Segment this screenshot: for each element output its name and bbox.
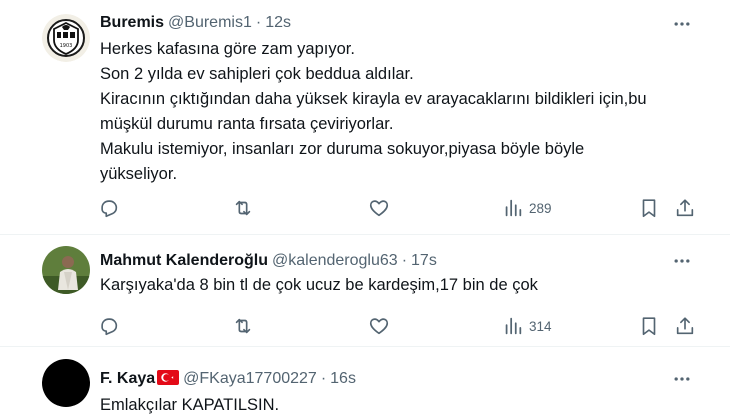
tweet-text-line: müşkül durumu ranta fırsata çeviriyorlar…	[100, 115, 394, 133]
share-button[interactable]	[674, 195, 696, 221]
heart-icon	[369, 200, 389, 217]
retweet-icon	[235, 318, 251, 334]
share-button[interactable]	[674, 313, 696, 339]
logo-icon: 1903	[42, 14, 90, 62]
tweet-text-line: yükseliyor.	[100, 165, 178, 183]
tweet-header: F. Kaya @FKaya17700227 · 16s	[100, 369, 690, 389]
display-name[interactable]: Mahmut Kalenderoğlu	[100, 252, 268, 269]
more-options-icon[interactable]	[672, 14, 692, 34]
like-button[interactable]	[368, 195, 390, 221]
like-button[interactable]	[368, 313, 390, 339]
user-handle[interactable]: @kalenderoglu63	[272, 252, 398, 269]
tweet-text-line: Karşıyaka'da 8 bin tl de çok ucuz be kar…	[100, 276, 538, 294]
timestamp[interactable]: 17s	[411, 252, 437, 269]
display-name[interactable]: Buremis	[100, 14, 164, 31]
retweet-button[interactable]	[232, 313, 254, 339]
view-count: 314	[529, 318, 552, 334]
timestamp[interactable]: 12s	[265, 14, 291, 31]
tweet-text-line: Son 2 yılda ev sahipleri çok beddua aldı…	[100, 65, 414, 83]
view-count: 289	[529, 200, 552, 216]
more-options-icon[interactable]	[672, 369, 692, 389]
more-options-icon[interactable]	[672, 251, 692, 271]
avatar[interactable]: 1903	[42, 14, 90, 62]
tweet-text-line: Makulu istemiyor, insanları zor duruma s…	[100, 140, 585, 158]
tweet-header: Buremis @Buremis1 · 12s	[100, 13, 690, 33]
tweet-text-line: Herkes kafasına göre zam yapıyor.	[100, 40, 355, 58]
separator-dot: ·	[320, 370, 327, 387]
reply-button[interactable]	[98, 313, 120, 339]
svg-text:1903: 1903	[60, 43, 73, 49]
reply-icon	[101, 318, 118, 336]
action-bar: 314	[96, 313, 700, 339]
tweet[interactable]: 1903 Buremis @Buremis1 · 12s Herkes kafasın…	[0, 0, 730, 234]
timestamp[interactable]: 16s	[330, 370, 356, 387]
analytics-icon	[505, 317, 522, 335]
views-button[interactable]: 314	[502, 313, 552, 339]
tweet-header: Mahmut Kalenderoğlu @kalenderoglu63 · 17s	[100, 251, 690, 271]
turkey-flag-icon	[157, 370, 180, 385]
separator-dot: ·	[401, 252, 408, 269]
bookmark-button[interactable]	[638, 313, 660, 339]
tweet-text: Herkes kafasına göre zam yapıyor. Son 2 …	[100, 37, 690, 187]
views-button[interactable]: 289	[502, 195, 552, 221]
person-photo	[42, 246, 90, 294]
retweet-icon	[235, 200, 251, 216]
tweet-text-line: Kiracının çıktığından daha yüksek kirayl…	[100, 90, 647, 108]
share-icon	[676, 317, 694, 335]
reply-button[interactable]	[98, 195, 120, 221]
action-bar: 289	[96, 195, 700, 221]
bookmark-icon	[642, 199, 656, 218]
user-handle[interactable]: @FKaya17700227	[183, 370, 317, 387]
user-handle[interactable]: @Buremis1	[168, 14, 252, 31]
tweet[interactable]: Mahmut Kalenderoğlu @kalenderoglu63 · 17s K…	[0, 234, 730, 346]
heart-icon	[369, 318, 389, 335]
analytics-icon	[505, 199, 522, 217]
tweet-text-line: Emlakçılar KAPATILSIN.	[100, 396, 280, 414]
retweet-button[interactable]	[232, 195, 254, 221]
bookmark-icon	[642, 317, 656, 336]
bookmark-button[interactable]	[638, 195, 660, 221]
tweet-text: Emlakçılar KAPATILSIN.	[100, 393, 690, 418]
avatar[interactable]	[42, 359, 90, 407]
avatar[interactable]	[42, 246, 90, 294]
share-icon	[676, 199, 694, 217]
tweet[interactable]: F. Kaya @FKaya17700227 · 16s Emlakçılar KAP…	[0, 346, 730, 420]
tweet-text: Karşıyaka'da 8 bin tl de çok ucuz be kar…	[100, 273, 690, 298]
reply-icon	[101, 200, 118, 218]
display-name[interactable]: F. Kaya	[100, 370, 155, 387]
separator-dot: ·	[255, 14, 262, 31]
